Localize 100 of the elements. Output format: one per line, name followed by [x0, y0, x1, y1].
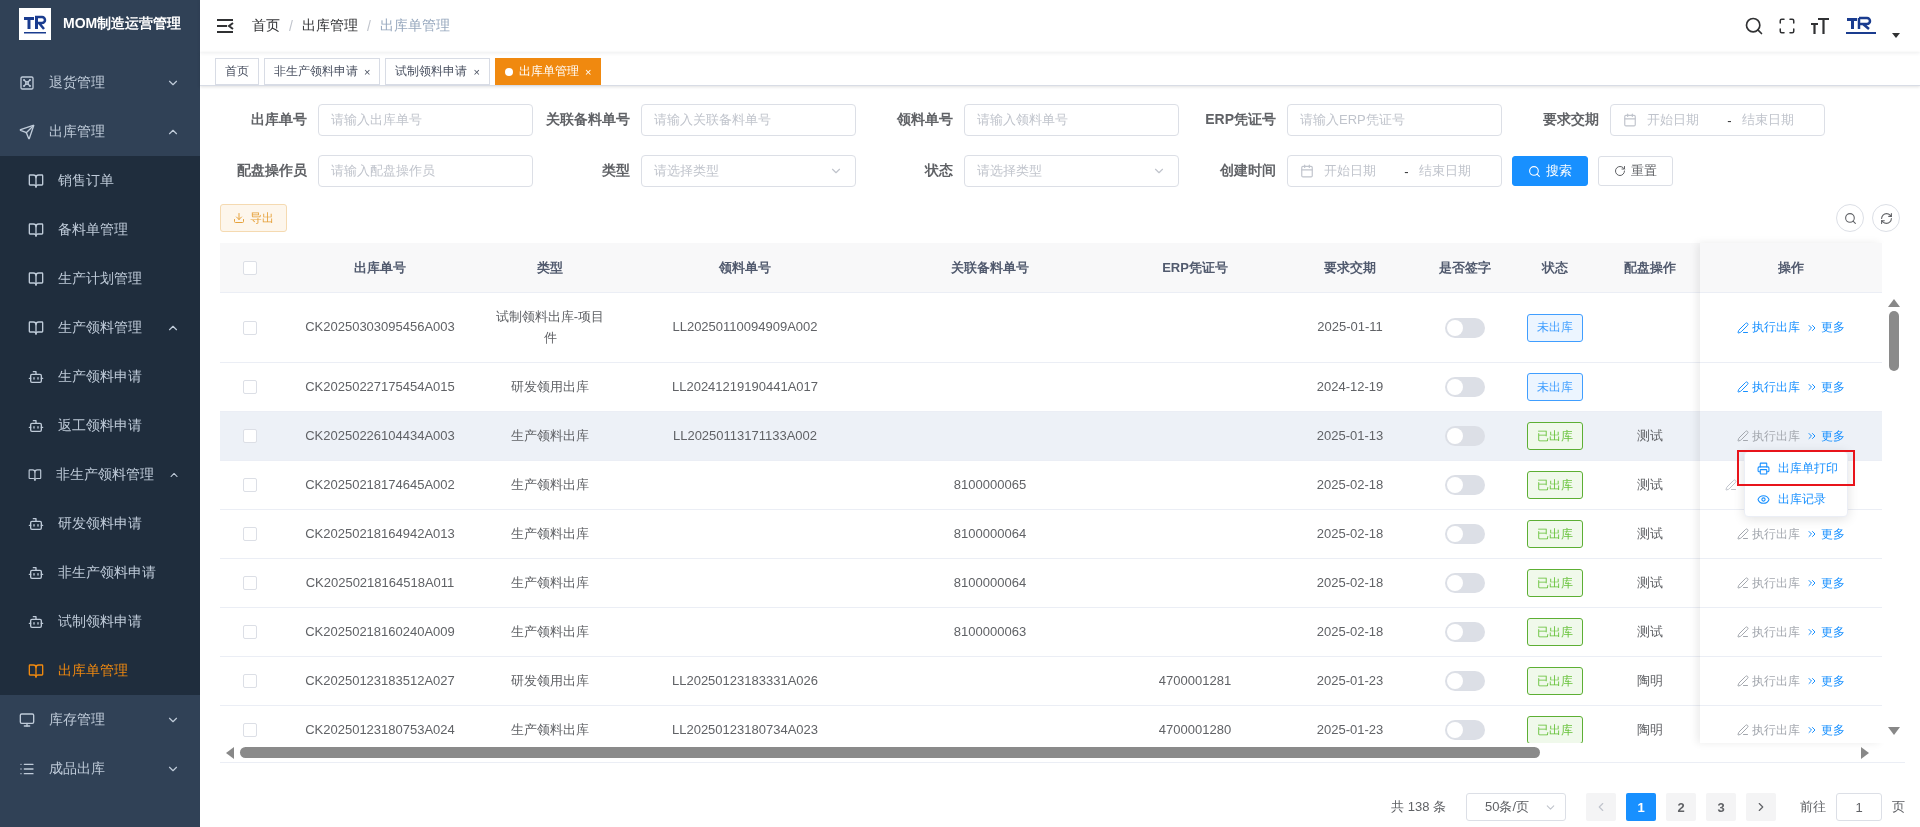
search-button[interactable] [1836, 204, 1864, 232]
book-icon [28, 270, 44, 287]
more-link[interactable]: 更多 [1806, 427, 1845, 445]
row-checkbox[interactable] [243, 429, 257, 443]
tab-close[interactable]: × [584, 65, 592, 78]
menu-icon[interactable] [216, 18, 234, 34]
sign-toggle[interactable] [1445, 317, 1485, 338]
sidebar-item[interactable]: 生产计划管理 [0, 254, 200, 303]
sidebar-item[interactable]: 研发领料申请 [0, 499, 200, 548]
sign-toggle[interactable] [1445, 622, 1485, 642]
sign-toggle[interactable] [1445, 671, 1485, 691]
more-link[interactable]: 更多 [1806, 525, 1845, 543]
select-field[interactable]: 请选择类型 [964, 155, 1179, 187]
sign-toggle[interactable] [1445, 524, 1485, 544]
tab[interactable]: 试制领料申请 × [385, 58, 490, 85]
sign-toggle[interactable] [1445, 475, 1485, 495]
next-page-button[interactable] [1746, 793, 1776, 821]
input-field[interactable]: 请输入关联备料单号 [641, 104, 856, 136]
more-link[interactable]: 更多 [1806, 574, 1845, 592]
select-all-checkbox[interactable] [243, 260, 257, 275]
avatar-logo-icon[interactable] [1844, 15, 1878, 37]
scroll-down-icon[interactable] [1887, 727, 1900, 735]
row-checkbox[interactable] [243, 380, 257, 394]
more-link[interactable]: 更多 [1806, 623, 1845, 641]
sidebar-item[interactable]: 生产领料申请 [0, 352, 200, 401]
date-range-field[interactable]: 开始日期 - 结束日期 [1287, 155, 1502, 187]
sidebar-item[interactable]: 生产领料管理 [0, 303, 200, 352]
breadcrumb-link[interactable]: 首页 [252, 17, 280, 35]
filter-label: 领料单号 [896, 111, 953, 129]
status-tag: 已出库 [1527, 422, 1583, 450]
table-cell-text: LL20241219190441A017 [670, 377, 819, 396]
filter-label: 配盘操作员 [236, 162, 307, 180]
reset-button[interactable]: 重置 [1598, 156, 1673, 186]
pencil-icon [1737, 430, 1749, 442]
scrollbar-thumb[interactable] [240, 747, 1540, 758]
select-field[interactable]: 请选择类型 [641, 155, 856, 187]
execute-link[interactable]: 执行出库 [1737, 319, 1800, 336]
export-button[interactable]: 导出 [220, 204, 287, 232]
menu-item[interactable]: 出库记录 [1745, 486, 1847, 512]
input-field[interactable]: 请输入ERP凭证号 [1287, 104, 1502, 136]
row-checkbox[interactable] [243, 320, 257, 335]
tab[interactable]: 首页 [215, 58, 259, 85]
input-field[interactable]: 请输入出库单号 [318, 104, 533, 136]
row-checkbox[interactable] [243, 723, 257, 737]
table-cell-text: 8100000065 [952, 475, 1028, 494]
sign-toggle[interactable] [1445, 377, 1485, 397]
breadcrumb-separator: / [366, 18, 371, 34]
page-button[interactable]: 2 [1666, 793, 1696, 821]
scroll-left-icon[interactable] [226, 746, 234, 759]
table-cell-text: 4700001281 [1157, 671, 1233, 690]
sign-toggle[interactable] [1445, 720, 1485, 740]
table-cell-text: 生产领料出库 [510, 720, 590, 739]
row-checkbox[interactable] [243, 576, 257, 590]
robot-icon [28, 515, 44, 532]
table-cell-text: LL20250123180734A023 [670, 720, 819, 739]
sidebar-item[interactable]: 出库单管理 [0, 646, 200, 695]
tab[interactable]: 出库单管理 × [494, 58, 602, 85]
date-range-field[interactable]: 开始日期 - 结束日期 [1610, 104, 1825, 136]
page-size-select[interactable]: 50条/页 [1466, 793, 1566, 821]
input-field[interactable]: 请输入配盘操作员 [318, 155, 533, 187]
table-cell-text: 研发领用出库 [510, 671, 590, 690]
sidebar-item[interactable]: 非生产领料管理 [0, 450, 200, 499]
tab-close[interactable]: × [364, 65, 371, 78]
refresh-button[interactable] [1872, 204, 1900, 232]
sidebar-item[interactable]: 销售订单 [0, 156, 200, 205]
search-button[interactable]: 搜索 [1512, 156, 1588, 186]
search-icon[interactable] [1744, 16, 1764, 36]
more-link[interactable]: 更多 [1806, 672, 1845, 690]
more-link[interactable]: 更多 [1806, 721, 1845, 739]
scrollbar-thumb[interactable] [1888, 311, 1899, 371]
page-input[interactable]: 1 [1836, 793, 1882, 821]
more-link[interactable]: 更多 [1806, 319, 1845, 336]
menu-item[interactable]: 出库单打印 [1737, 450, 1855, 486]
pencil-icon [1737, 321, 1749, 334]
prev-page-button[interactable] [1586, 793, 1616, 821]
page-button[interactable]: 1 [1626, 793, 1656, 821]
scroll-right-icon[interactable] [1861, 746, 1869, 759]
robot-icon [28, 613, 44, 630]
sign-toggle[interactable] [1445, 573, 1485, 593]
sign-toggle[interactable] [1445, 426, 1485, 446]
more-link[interactable]: 更多 [1806, 378, 1845, 396]
execute-link[interactable]: 执行出库 [1737, 378, 1800, 396]
caret-down-icon[interactable] [1892, 32, 1900, 38]
row-checkbox[interactable] [243, 527, 257, 541]
table-cell-text: CK20250226104434A003 [304, 426, 456, 445]
input-field[interactable]: 请输入领料单号 [964, 104, 1179, 136]
breadcrumb-link[interactable]: 出库管理 [301, 17, 358, 35]
row-checkbox[interactable] [243, 674, 257, 688]
row-checkbox[interactable] [243, 625, 257, 639]
font-size-icon[interactable] [1810, 17, 1830, 35]
sidebar-item[interactable]: 试制领料申请 [0, 597, 200, 646]
sidebar-item[interactable]: 返工领料申请 [0, 401, 200, 450]
sidebar-item[interactable]: 非生产领料申请 [0, 548, 200, 597]
fullscreen-icon[interactable] [1778, 17, 1796, 35]
row-checkbox[interactable] [243, 478, 257, 492]
scroll-up-icon[interactable] [1887, 299, 1900, 307]
page-button[interactable]: 3 [1706, 793, 1736, 821]
tab-close[interactable]: × [473, 65, 480, 78]
tab[interactable]: 非生产领料申请 × [264, 58, 381, 85]
sidebar-item[interactable]: 备料单管理 [0, 205, 200, 254]
